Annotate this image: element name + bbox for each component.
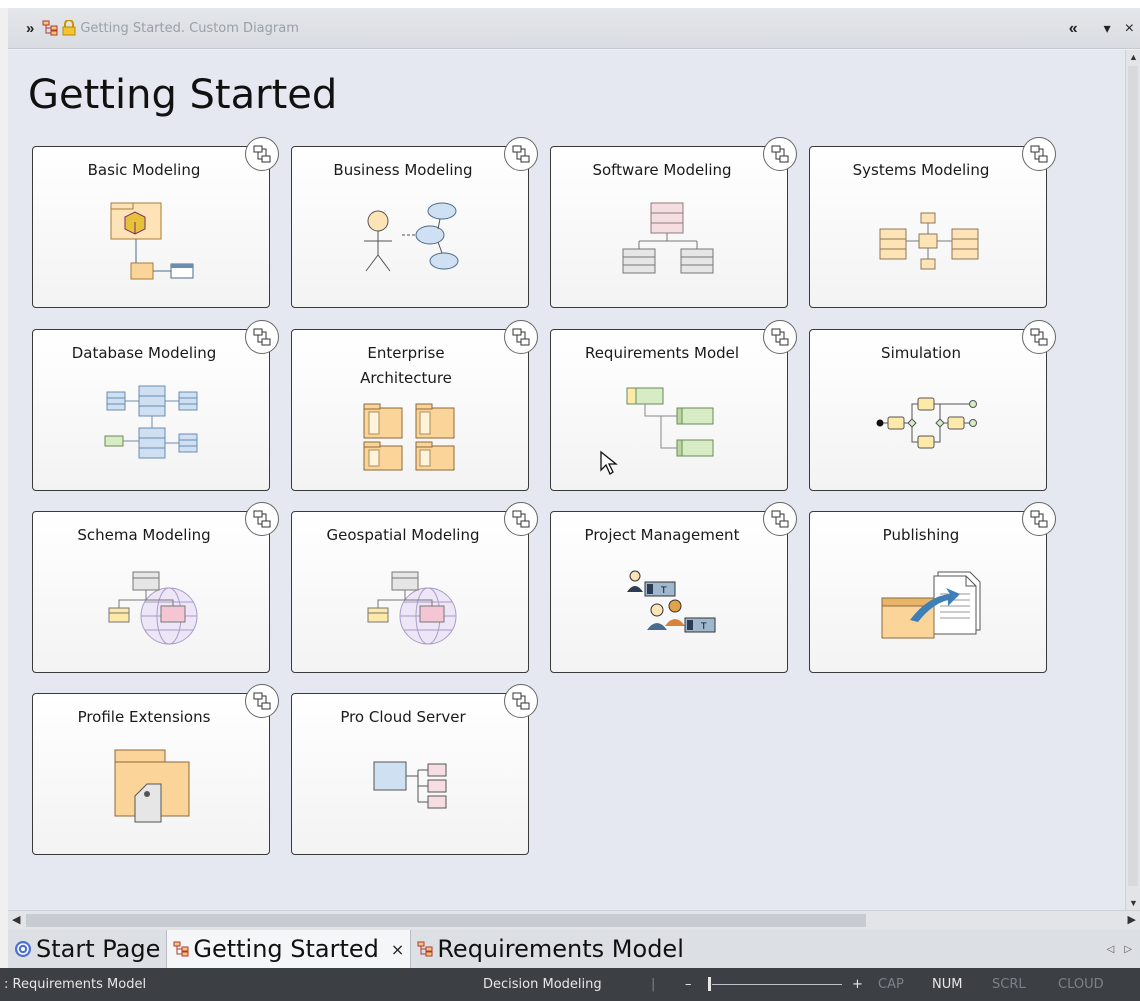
- simulation-illustration: [876, 397, 977, 449]
- tile-database-modeling[interactable]: Database Modeling: [32, 320, 279, 491]
- tile-basic-modeling[interactable]: Basic Modeling: [32, 137, 279, 308]
- horizontal-scroll-thumb[interactable]: [26, 914, 866, 927]
- tile-software-modeling[interactable]: Software Modeling: [550, 137, 797, 308]
- tile-schema-modeling[interactable]: Schema Modeling: [32, 502, 279, 673]
- tab-requirements-model[interactable]: Requirements Model: [411, 930, 690, 968]
- zoom-out-button[interactable]: –: [685, 977, 692, 992]
- page-title: Getting Started: [28, 72, 338, 118]
- vertical-scroll-thumb[interactable]: [1128, 66, 1138, 886]
- scroll-right-icon[interactable]: ▶: [1128, 913, 1136, 926]
- window-frame: [0, 0, 1140, 8]
- expand-icon[interactable]: »: [26, 20, 34, 37]
- close-icon[interactable]: ×: [1125, 20, 1134, 38]
- status-context: : Requirements Model: [4, 977, 147, 992]
- horizontal-scrollbar[interactable]: ◀ ▶: [8, 910, 1140, 930]
- tab-getting-started[interactable]: Getting Started ×: [166, 930, 412, 968]
- tab-prev-icon[interactable]: ◁: [1107, 944, 1115, 955]
- diagram-icon: [173, 941, 189, 957]
- tab-start-page[interactable]: Start Page: [8, 930, 166, 968]
- status-separator: |: [651, 977, 656, 992]
- chevron-down-icon[interactable]: ▾: [1104, 20, 1111, 37]
- business-modeling-illustration: [364, 202, 459, 272]
- zoom-in-button[interactable]: +: [852, 977, 863, 992]
- software-modeling-illustration: [622, 202, 714, 274]
- tile-enterprise-architecture[interactable]: Enterprise Architecture: [291, 320, 538, 491]
- tile-project-management[interactable]: Project Management T T: [550, 502, 797, 673]
- tab-next-icon[interactable]: ▷: [1124, 944, 1132, 955]
- enterprise-architecture-illustration: [363, 403, 455, 471]
- tile-simulation[interactable]: Simulation: [809, 320, 1056, 491]
- tile-geospatial-modeling[interactable]: Geospatial Modeling: [291, 502, 538, 673]
- status-cap: CAP: [878, 977, 904, 992]
- tile-business-modeling[interactable]: Business Modeling: [291, 137, 538, 308]
- tile-pro-cloud-server[interactable]: Pro Cloud Server: [291, 684, 538, 855]
- vertical-scrollbar[interactable]: ▲ ▼: [1125, 50, 1140, 910]
- profile-extensions-illustration: [114, 749, 190, 823]
- scroll-left-icon[interactable]: ◀: [12, 913, 20, 926]
- zoom-slider-track[interactable]: [712, 984, 842, 985]
- diagram-canvas[interactable]: Getting Started Basic Modeling Business …: [8, 50, 1125, 910]
- document-tab-bar: Start Page Getting Started × Requirement…: [8, 930, 1140, 968]
- mouse-cursor-icon: [600, 450, 618, 475]
- diagram-icon: [42, 20, 58, 36]
- status-scrl: SCRL: [992, 977, 1026, 992]
- diagram-icon: [417, 941, 433, 957]
- svg-text:T: T: [660, 586, 667, 596]
- start-page-icon: [15, 941, 31, 957]
- tile-requirements-model[interactable]: Requirements Model: [550, 320, 797, 491]
- zoom-slider-handle[interactable]: [708, 977, 711, 991]
- scroll-up-icon[interactable]: ▲: [1129, 52, 1138, 62]
- status-perspective[interactable]: Decision Modeling: [483, 977, 602, 992]
- tab-label: Start Page: [36, 935, 161, 963]
- pro-cloud-server-illustration: [373, 761, 447, 809]
- systems-modeling-illustration: [879, 212, 979, 270]
- tab-label: Getting Started: [193, 935, 379, 963]
- status-cloud: CLOUD: [1058, 977, 1104, 992]
- basic-modeling-illustration: [110, 202, 194, 280]
- status-bar: : Requirements Model Decision Modeling |…: [0, 968, 1140, 1001]
- scroll-down-icon[interactable]: ▼: [1129, 898, 1138, 908]
- tile-publishing[interactable]: Publishing: [809, 502, 1056, 673]
- tab-navigation: ◁ ▷: [1107, 930, 1140, 968]
- tile-systems-modeling[interactable]: Systems Modeling: [809, 137, 1056, 308]
- diagram-titlebar: » Getting Started. Custom Diagram « ▾ ×: [8, 8, 1140, 49]
- requirements-model-illustration: [626, 387, 714, 457]
- status-num: NUM: [932, 977, 963, 992]
- tile-profile-extensions[interactable]: Profile Extensions: [32, 684, 279, 855]
- lock-icon: [62, 20, 76, 36]
- schema-modeling-illustration: [108, 571, 198, 645]
- window-title: Getting Started. Custom Diagram: [80, 20, 299, 36]
- geospatial-modeling-illustration: [367, 571, 457, 645]
- database-modeling-illustration: [104, 385, 198, 459]
- project-management-illustration: T T: [627, 570, 716, 633]
- collapse-icon[interactable]: «: [1069, 20, 1078, 38]
- tab-label: Requirements Model: [437, 935, 684, 963]
- svg-text:T: T: [700, 622, 707, 632]
- publishing-illustration: [881, 571, 981, 639]
- close-tab-icon[interactable]: ×: [391, 940, 404, 959]
